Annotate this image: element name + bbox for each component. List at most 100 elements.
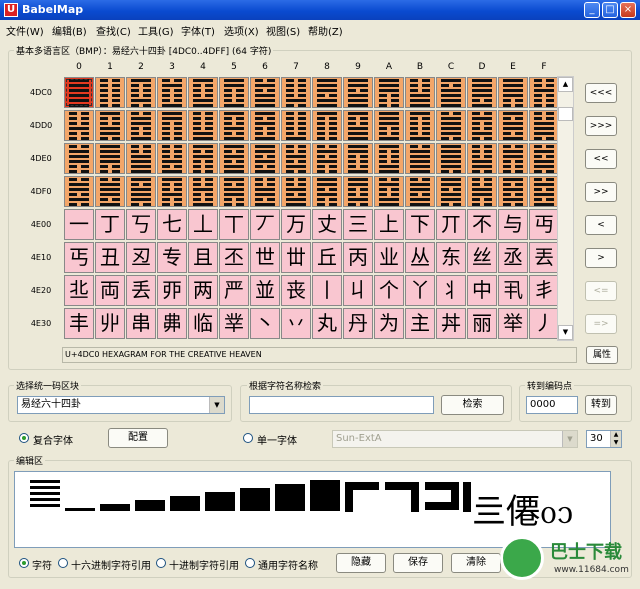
hexagram-cell[interactable]: [188, 110, 218, 141]
character-cell[interactable]: 严: [219, 275, 249, 306]
chevron-down-icon[interactable]: ▼: [562, 431, 577, 447]
hide-button[interactable]: 隐藏: [336, 553, 386, 573]
composite-font-radio[interactable]: [19, 433, 29, 443]
character-cell[interactable]: 为: [374, 308, 404, 339]
hexagram-cell[interactable]: [188, 77, 218, 108]
character-cell[interactable]: 丙: [343, 242, 373, 273]
edit-format-radio[interactable]: [245, 558, 255, 568]
hexagram-cell[interactable]: [95, 77, 125, 108]
character-cell[interactable]: 丳: [157, 308, 187, 339]
character-cell[interactable]: 丒: [126, 242, 156, 273]
menu-find[interactable]: 查找(C): [96, 23, 131, 38]
hexagram-cell[interactable]: [188, 176, 218, 207]
hexagram-cell[interactable]: [281, 176, 311, 207]
hexagram-cell[interactable]: [529, 77, 559, 108]
menu-view[interactable]: 视图(S): [266, 23, 300, 38]
character-cell[interactable]: 丨: [312, 275, 342, 306]
hexagram-cell[interactable]: [126, 110, 156, 141]
character-cell[interactable]: 不: [467, 209, 497, 240]
page-nav-button[interactable]: =>: [585, 314, 617, 334]
character-cell[interactable]: 丄: [188, 209, 218, 240]
character-cell[interactable]: 丣: [157, 275, 187, 306]
hexagram-cell[interactable]: [467, 77, 497, 108]
edit-format-radio[interactable]: [19, 558, 29, 568]
hexagram-cell[interactable]: [157, 143, 187, 174]
character-cell[interactable]: 七: [157, 209, 187, 240]
hexagram-cell[interactable]: [281, 110, 311, 141]
hexagram-cell[interactable]: [467, 110, 497, 141]
character-cell[interactable]: 丑: [95, 242, 125, 273]
page-nav-button[interactable]: <=: [585, 281, 617, 301]
hexagram-cell[interactable]: [374, 143, 404, 174]
menu-help[interactable]: 帮助(Z): [308, 23, 343, 38]
character-cell[interactable]: 丱: [95, 308, 125, 339]
character-cell[interactable]: 丘: [312, 242, 342, 273]
grid-scrollbar[interactable]: ▲ ▼: [557, 76, 574, 341]
page-nav-button[interactable]: <: [585, 215, 617, 235]
maximize-button[interactable]: □: [602, 2, 618, 18]
hexagram-cell[interactable]: [405, 77, 435, 108]
hexagram-cell[interactable]: [95, 176, 125, 207]
font-size-stepper[interactable]: 30 ▲ ▼: [586, 430, 622, 448]
hexagram-cell[interactable]: [95, 143, 125, 174]
character-cell[interactable]: 丶: [250, 308, 280, 339]
hexagram-cell[interactable]: [250, 176, 280, 207]
hexagram-cell[interactable]: [219, 77, 249, 108]
close-button[interactable]: ×: [620, 2, 636, 18]
character-cell[interactable]: 与: [498, 209, 528, 240]
hexagram-cell[interactable]: [529, 143, 559, 174]
page-nav-button[interactable]: <<: [585, 149, 617, 169]
hexagram-cell[interactable]: [529, 110, 559, 141]
minimize-button[interactable]: _: [584, 2, 600, 18]
hexagram-cell[interactable]: [498, 110, 528, 141]
hexagram-cell[interactable]: [281, 143, 311, 174]
hexagram-cell[interactable]: [126, 176, 156, 207]
hexagram-cell[interactable]: [157, 110, 187, 141]
edit-format-radio[interactable]: [156, 558, 166, 568]
character-cell[interactable]: 丽: [467, 308, 497, 339]
character-cell[interactable]: 一: [64, 209, 94, 240]
character-cell[interactable]: 丫: [405, 275, 435, 306]
hexagram-cell[interactable]: [529, 176, 559, 207]
hexagram-cell[interactable]: [312, 77, 342, 108]
hexagram-cell[interactable]: [498, 176, 528, 207]
scroll-thumb[interactable]: [558, 107, 573, 121]
edit-format-radio[interactable]: [58, 558, 68, 568]
character-cell[interactable]: 中: [467, 275, 497, 306]
clear-button[interactable]: 清除: [451, 553, 501, 573]
configure-button[interactable]: 配置: [108, 428, 168, 448]
page-nav-button[interactable]: >: [585, 248, 617, 268]
spin-arrows-icon[interactable]: ▲ ▼: [610, 431, 621, 447]
hexagram-cell[interactable]: [157, 176, 187, 207]
save-button[interactable]: 保存: [393, 553, 443, 573]
scroll-down-icon[interactable]: ▼: [558, 325, 573, 340]
page-nav-button[interactable]: >>: [585, 182, 617, 202]
character-cell[interactable]: 並: [250, 275, 280, 306]
character-cell[interactable]: 丮: [498, 275, 528, 306]
goto-button[interactable]: 转到: [585, 395, 617, 415]
hexagram-cell[interactable]: [64, 143, 94, 174]
character-cell[interactable]: 三: [343, 209, 373, 240]
hexagram-cell[interactable]: [250, 77, 280, 108]
hexagram-cell[interactable]: [343, 77, 373, 108]
character-cell[interactable]: 丷: [281, 308, 311, 339]
character-cell[interactable]: 上: [374, 209, 404, 240]
page-nav-button[interactable]: <<<: [585, 83, 617, 103]
hexagram-cell[interactable]: [343, 176, 373, 207]
hexagram-cell[interactable]: [126, 77, 156, 108]
character-cell[interactable]: 东: [436, 242, 466, 273]
hexagram-cell[interactable]: [219, 176, 249, 207]
hexagram-cell[interactable]: [498, 143, 528, 174]
hexagram-cell[interactable]: [436, 176, 466, 207]
hexagram-cell[interactable]: [250, 143, 280, 174]
hexagram-cell[interactable]: [95, 110, 125, 141]
character-cell[interactable]: 丗: [281, 242, 311, 273]
page-nav-button[interactable]: >>>: [585, 116, 617, 136]
hexagram-cell[interactable]: [126, 143, 156, 174]
character-cell[interactable]: 丢: [126, 275, 156, 306]
character-cell[interactable]: 丧: [281, 275, 311, 306]
character-cell[interactable]: 业: [374, 242, 404, 273]
menu-edit[interactable]: 编辑(B): [52, 23, 87, 38]
properties-button[interactable]: 属性: [586, 346, 618, 364]
hexagram-cell[interactable]: [436, 143, 466, 174]
